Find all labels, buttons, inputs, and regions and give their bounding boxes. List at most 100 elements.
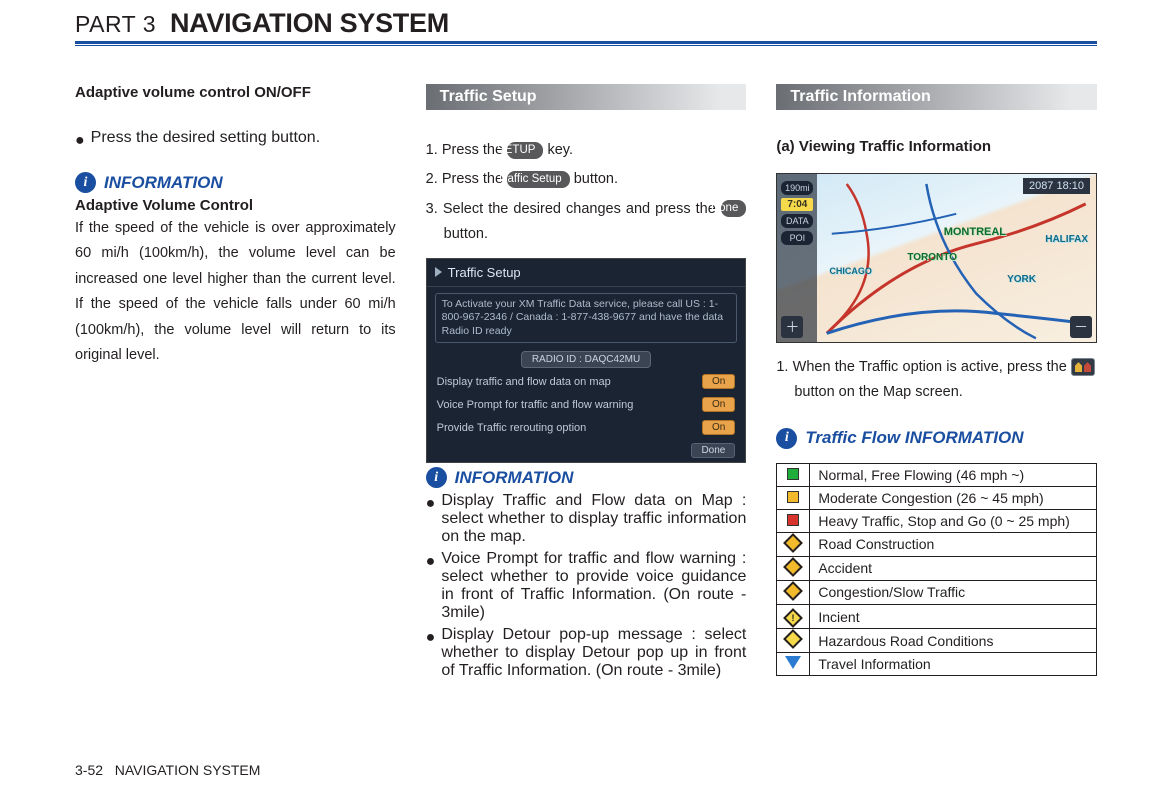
diamond-icon: ! <box>783 608 803 628</box>
col2-b0: ● Display Traffic and Flow data on Map :… <box>426 492 747 546</box>
zoom-in-icon[interactable]: ＋ <box>781 316 803 338</box>
radio-id: RADIO ID : DAQC42MU <box>521 351 651 368</box>
activate-message: To Activate your XM Traffic Data service… <box>435 293 738 344</box>
legend-icon-cell <box>777 509 810 532</box>
diamond-icon <box>783 581 803 601</box>
legend-text: Travel Information <box>810 653 1097 676</box>
column-1: Adaptive volume control ON/OFF ● Press t… <box>75 84 396 684</box>
legend-row: Travel Information <box>777 653 1097 676</box>
legend-text: Heavy Traffic, Stop and Go (0 ~ 25 mph) <box>810 509 1097 532</box>
setup-keycap: SETUP <box>507 142 543 159</box>
col2-b2: ● Display Detour pop-up message : select… <box>426 626 747 680</box>
info-label: INFORMATION <box>455 468 574 488</box>
legend-text: Road Construction <box>810 532 1097 556</box>
footer-page: 3-52 <box>75 762 103 778</box>
avc-body: If the speed of the vehicle is over appr… <box>75 216 396 368</box>
part-label: PART 3 <box>75 11 156 38</box>
opt-row-2: Provide Traffic rerouting option On <box>427 416 746 439</box>
legend-row: ! Incient <box>777 604 1097 629</box>
legend-row: Normal, Free Flowing (46 mph ~) <box>777 463 1097 486</box>
legend-row: Heavy Traffic, Stop and Go (0 ~ 25 mph) <box>777 509 1097 532</box>
square-icon <box>787 491 799 503</box>
city-chicago: CHICAGO <box>829 266 872 276</box>
on-pill-1[interactable]: On <box>702 397 735 412</box>
viewing-sub: (a) Viewing Traffic Information <box>776 138 1097 155</box>
info-icon: i <box>75 172 96 193</box>
on-pill-2[interactable]: On <box>702 420 735 435</box>
triangle-down-icon <box>785 656 801 669</box>
bullet-dot-icon: ● <box>426 626 436 680</box>
legend-text: Hazardous Road Conditions <box>810 629 1097 653</box>
legend-icon-cell <box>777 463 810 486</box>
legend-text: Moderate Congestion (26 ~ 45 mph) <box>810 486 1097 509</box>
legend-icon-cell <box>777 629 810 653</box>
avc-title: Adaptive Volume Control <box>75 197 396 214</box>
legend-text: Normal, Free Flowing (46 mph ~) <box>810 463 1097 486</box>
traffic-legend-table: Normal, Free Flowing (46 mph ~)Moderate … <box>776 463 1097 677</box>
traffic-setup-heading: Traffic Setup <box>426 84 747 110</box>
col1-bullet: ● Press the desired setting button. <box>75 129 396 150</box>
map-step-1: When the Traffic option is active, press… <box>776 355 1097 406</box>
traffic-setup-keycap: Traffic Setup <box>507 171 570 188</box>
legend-row: Moderate Congestion (26 ~ 45 mph) <box>777 486 1097 509</box>
bullet-dot-icon: ● <box>426 550 436 622</box>
zoom-out-icon[interactable]: － <box>1070 316 1092 338</box>
column-2: Traffic Setup Press the SETUP key. Press… <box>426 84 747 684</box>
info-icon: i <box>426 467 447 488</box>
diamond-icon <box>783 533 803 553</box>
legend-row: Road Construction <box>777 532 1097 556</box>
traffic-button-icon <box>1071 358 1095 376</box>
col2-b1: ● Voice Prompt for traffic and flow warn… <box>426 550 747 622</box>
city-halifax: HALIFAX <box>1045 234 1088 245</box>
legend-icon-cell <box>777 486 810 509</box>
on-pill-0[interactable]: On <box>702 374 735 389</box>
traffic-setup-screenshot: Traffic Setup To Activate your XM Traffi… <box>426 258 747 464</box>
square-icon <box>787 514 799 526</box>
legend-text: Congestion/Slow Traffic <box>810 580 1097 604</box>
done-pill[interactable]: Done <box>691 443 735 458</box>
done-row: Done <box>427 439 746 462</box>
legend-icon-cell <box>777 580 810 604</box>
city-york: YORK <box>1007 274 1036 285</box>
legend-row: Accident <box>777 556 1097 580</box>
diamond-icon <box>783 557 803 577</box>
done-keycap: Done <box>721 200 747 217</box>
legend-icon-cell: ! <box>777 604 810 629</box>
page-footer: 3-52 NAVIGATION SYSTEM <box>75 762 260 778</box>
flow-info-label: Traffic Flow INFORMATION <box>805 428 1023 448</box>
legend-text: Accident <box>810 556 1097 580</box>
legend-icon-cell <box>777 556 810 580</box>
legend-row: Congestion/Slow Traffic <box>777 580 1097 604</box>
page-header: PART 3 NAVIGATION SYSTEM <box>75 8 1097 39</box>
step-3: Select the desired changes and press the… <box>426 197 747 248</box>
traffic-setup-steps: Press the SETUP key. Press the Traffic S… <box>426 138 747 248</box>
square-icon <box>787 468 799 480</box>
radio-id-row: RADIO ID : DAQC42MU <box>427 349 746 370</box>
city-toronto: TORONTO <box>907 252 957 263</box>
map-steps: When the Traffic option is active, press… <box>776 355 1097 406</box>
header-rule-thin <box>75 45 1097 46</box>
column-3: Traffic Information (a) Viewing Traffic … <box>776 84 1097 684</box>
step-2: Press the Traffic Setup button. <box>426 167 747 192</box>
info-row-2: i INFORMATION <box>426 467 747 488</box>
legend-icon-cell <box>777 532 810 556</box>
screenshot-title: Traffic Setup <box>448 265 521 280</box>
map-screenshot: 2087 18:10 190mi 7:04 DATA POI MONTREAL … <box>776 173 1097 343</box>
info-label: INFORMATION <box>104 173 223 193</box>
city-montreal: MONTREAL <box>944 226 1006 238</box>
traffic-info-heading: Traffic Information <box>776 84 1097 110</box>
info-icon: i <box>776 428 797 449</box>
info-row: i INFORMATION <box>75 172 396 193</box>
step-1: Press the SETUP key. <box>426 138 747 163</box>
part-title: NAVIGATION SYSTEM <box>170 8 449 39</box>
bullet-dot-icon: ● <box>75 129 85 150</box>
col1-heading: Adaptive volume control ON/OFF <box>75 84 396 101</box>
flow-info-row: i Traffic Flow INFORMATION <box>776 428 1097 449</box>
opt-row-0: Display traffic and flow data on map On <box>427 370 746 393</box>
bullet-dot-icon: ● <box>426 492 436 546</box>
header-rule-thick <box>75 41 1097 44</box>
legend-text: Incient <box>810 604 1097 629</box>
footer-section: NAVIGATION SYSTEM <box>115 762 261 778</box>
diamond-icon <box>783 629 803 649</box>
legend-icon-cell <box>777 653 810 676</box>
